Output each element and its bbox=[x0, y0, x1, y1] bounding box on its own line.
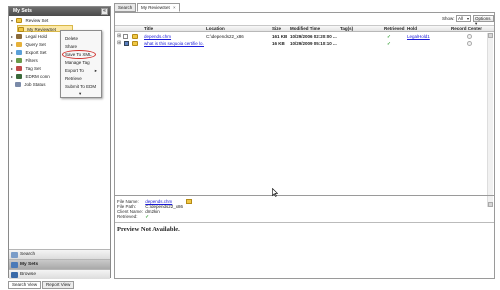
retrieved-check-icon: ✓ bbox=[145, 214, 150, 219]
menu-item-export-to[interactable]: Export To ▸ bbox=[65, 67, 100, 74]
job-status-icon bbox=[15, 82, 21, 88]
expand-row-icon[interactable]: ⊞ bbox=[117, 33, 121, 39]
tab-report-view[interactable]: Report View bbox=[42, 281, 75, 289]
collapse-toggle-icon[interactable]: ▾ bbox=[11, 17, 15, 24]
row-checkbox[interactable] bbox=[123, 34, 128, 39]
cell-size: 16 KB bbox=[272, 41, 285, 46]
menu-item-share[interactable]: Share bbox=[65, 43, 77, 50]
folder-icon bbox=[16, 18, 23, 24]
preview-pane: File Name: depends.chm File Path: C:\dep… bbox=[115, 195, 494, 278]
document-icon bbox=[185, 199, 192, 205]
gavel-icon bbox=[16, 34, 23, 40]
record-center-icon bbox=[467, 41, 472, 46]
my-sets-header: My Sets « bbox=[9, 7, 110, 16]
expand-toggle-icon[interactable]: ▸ bbox=[11, 49, 15, 56]
cell-modified: 10/29/2006 02:20:00 ... bbox=[290, 34, 337, 39]
tag-icon bbox=[16, 66, 23, 72]
retrieved-check-icon: ✓ bbox=[387, 41, 391, 46]
expand-toggle-icon[interactable]: ▸ bbox=[11, 33, 15, 40]
tree-item-job-status[interactable]: Job Status bbox=[15, 81, 46, 88]
cell-title[interactable]: depends.chm bbox=[144, 33, 204, 40]
menu-item-retrieve[interactable]: Retrieve bbox=[65, 75, 82, 82]
meta-retrieved: Retrieved: ✓ bbox=[117, 214, 150, 219]
cell-title[interactable]: what is this sequoia certifie lo... bbox=[144, 40, 204, 47]
sets-icon bbox=[11, 262, 18, 268]
submenu-arrow-icon: ▸ bbox=[94, 68, 97, 73]
show-filter-select[interactable]: All bbox=[456, 15, 471, 22]
tree-item-legal-hold[interactable]: ▸ Legal Hold bbox=[11, 33, 47, 40]
tree-item-tag-set[interactable]: ▸ Tag Set bbox=[11, 65, 41, 72]
record-center-icon bbox=[467, 34, 472, 39]
menu-more-arrow-icon[interactable]: ▾ bbox=[79, 90, 81, 97]
tree-item-query-set[interactable]: ▸ Query Set bbox=[11, 41, 46, 48]
cell-size: 161 KB bbox=[272, 34, 288, 39]
show-label: Show: bbox=[442, 16, 455, 21]
context-menu: Delete Share Save To XML Manage Tag Expo… bbox=[60, 30, 102, 98]
expand-row-icon[interactable]: ⊞ bbox=[117, 40, 121, 46]
expand-toggle-icon[interactable]: ▸ bbox=[11, 41, 15, 48]
column-size[interactable]: Size bbox=[272, 26, 281, 32]
tree-item-review-set[interactable]: ▾ Review Set bbox=[11, 17, 48, 24]
tree-item-filters[interactable]: ▸ Filters bbox=[11, 57, 38, 64]
cell-modified: 10/29/2009 05:10:10 ... bbox=[290, 41, 337, 46]
table-row[interactable]: ⊞ depends.chm C:\depends22_x86 161 KB 10… bbox=[115, 33, 494, 40]
export-icon bbox=[16, 50, 23, 56]
preview-message: Preview Not Available. bbox=[117, 226, 180, 233]
expand-toggle-icon[interactable]: ▸ bbox=[11, 73, 15, 80]
cell-location: C:\depends22_x86 bbox=[206, 34, 244, 39]
close-tab-icon[interactable]: × bbox=[173, 4, 176, 11]
menu-item-submit-to-edm[interactable]: Submit To EDM bbox=[65, 83, 96, 90]
nav-my-sets[interactable]: My Sets bbox=[9, 259, 110, 269]
tree-item-edrm-conn[interactable]: ▸ EDRM conn bbox=[11, 73, 50, 80]
connector-icon bbox=[16, 74, 23, 80]
column-record-center[interactable]: Record Center bbox=[451, 26, 482, 32]
tab-search-view[interactable]: Search View bbox=[8, 281, 42, 289]
column-tags[interactable]: Tag(s) bbox=[340, 26, 353, 32]
menu-item-manage-tag[interactable]: Manage Tag bbox=[65, 59, 90, 66]
grid-toolbar: Show: All Options ▾ bbox=[115, 13, 494, 26]
expand-toggle-icon[interactable]: ▸ bbox=[11, 65, 15, 72]
tab-my-reviewset[interactable]: My ReviewSet × bbox=[137, 3, 180, 12]
column-hold[interactable]: Hold bbox=[407, 26, 417, 32]
folder-icon bbox=[18, 27, 24, 33]
scroll-up-icon[interactable] bbox=[488, 33, 493, 38]
browse-icon bbox=[11, 272, 18, 278]
mouse-cursor-icon bbox=[272, 188, 278, 197]
options-button[interactable]: Options ▾ bbox=[473, 15, 494, 26]
grid-header: Title Location Size Modified Time Tag(s)… bbox=[115, 25, 494, 32]
tree-item-export-set[interactable]: ▸ Export Set bbox=[11, 49, 47, 56]
table-row[interactable]: ⊞ what is this sequoia certifie lo... 16… bbox=[115, 40, 494, 47]
reviewset-pane: Show: All Options ▾ Title Location Size … bbox=[114, 12, 495, 279]
highlight-circle bbox=[62, 50, 96, 59]
search-icon bbox=[11, 252, 18, 258]
retrieved-check-icon: ✓ bbox=[387, 34, 391, 39]
filter-icon bbox=[16, 58, 23, 64]
menu-item-delete[interactable]: Delete bbox=[65, 35, 78, 42]
email-icon bbox=[124, 41, 129, 46]
grid-scrollbar[interactable] bbox=[487, 33, 493, 207]
column-modified-time[interactable]: Modified Time bbox=[290, 26, 320, 32]
document-icon bbox=[132, 41, 138, 46]
my-sets-title: My Sets bbox=[13, 8, 32, 14]
column-location[interactable]: Location bbox=[206, 26, 225, 32]
column-retrieved[interactable]: Retrieved bbox=[384, 26, 405, 32]
tab-search[interactable]: Search bbox=[114, 3, 137, 12]
collapse-panel-icon[interactable]: « bbox=[101, 8, 108, 15]
query-icon bbox=[16, 42, 23, 48]
document-icon bbox=[132, 34, 138, 39]
column-title[interactable]: Title bbox=[144, 26, 153, 32]
preview-divider bbox=[115, 222, 494, 223]
nav-search[interactable]: Search bbox=[9, 249, 110, 259]
nav-browse[interactable]: Browse bbox=[9, 269, 110, 279]
expand-toggle-icon[interactable]: ▸ bbox=[11, 57, 15, 64]
cell-hold[interactable]: LegalHold1 bbox=[407, 33, 447, 40]
